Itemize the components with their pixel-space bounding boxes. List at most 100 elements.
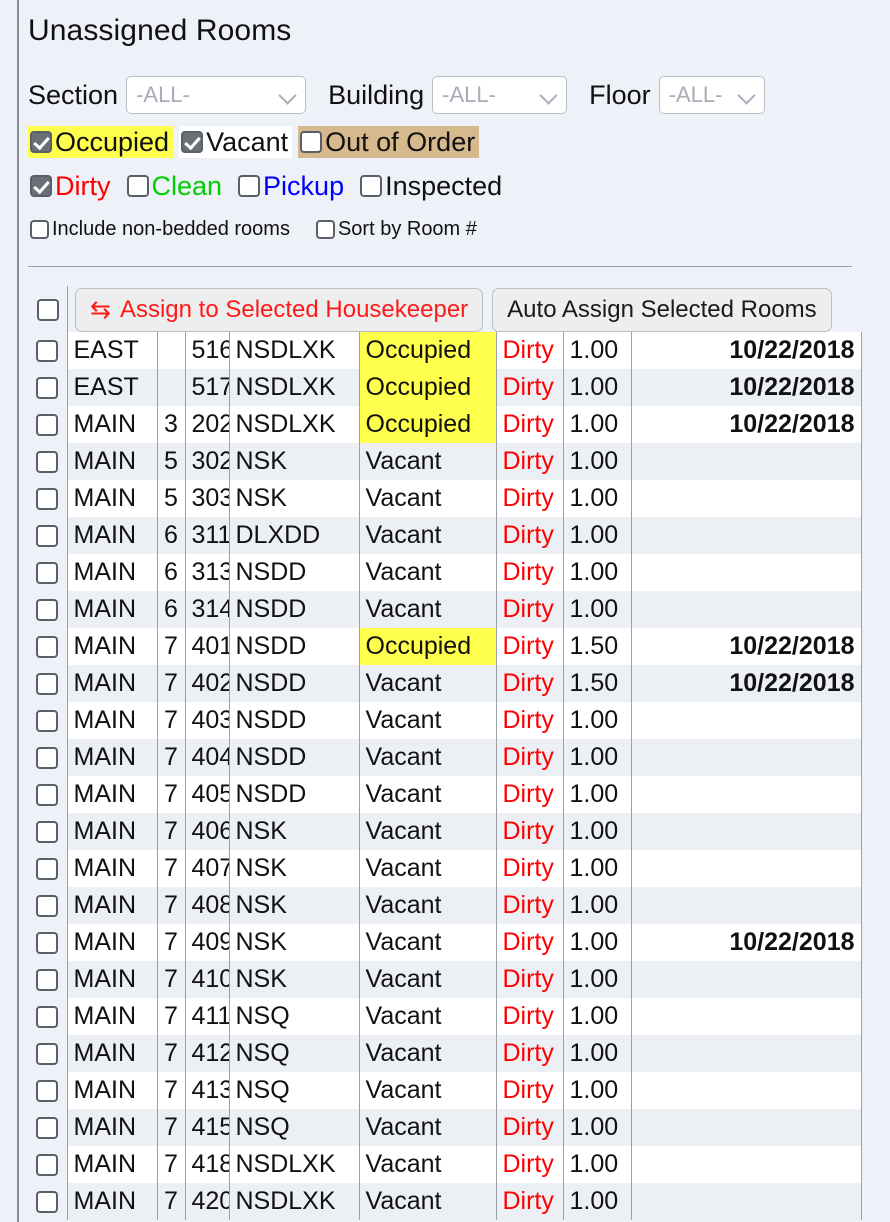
- row-select-cell[interactable]: [28, 776, 67, 813]
- select-all-cell[interactable]: [28, 286, 67, 334]
- table-row[interactable]: MAIN7407NSKVacantDirty1.00: [28, 850, 861, 887]
- row-select-cell[interactable]: [28, 739, 67, 776]
- checkbox-occupied[interactable]: [30, 131, 52, 153]
- rooms-table-container[interactable]: EAST516NSDLXKOccupiedDirty1.0010/22/2018…: [28, 332, 861, 1220]
- filter-include-non-bedded[interactable]: Include non-bedded rooms: [28, 216, 294, 242]
- table-row[interactable]: MAIN7410NSKVacantDirty1.00: [28, 961, 861, 998]
- checkbox-row-select[interactable]: [36, 1117, 58, 1139]
- checkbox-row-select[interactable]: [36, 451, 58, 473]
- row-select-cell[interactable]: [28, 369, 67, 406]
- row-select-cell[interactable]: [28, 665, 67, 702]
- row-select-cell[interactable]: [28, 961, 67, 998]
- table-row[interactable]: MAIN7411NSQVacantDirty1.00: [28, 998, 861, 1035]
- row-select-cell[interactable]: [28, 887, 67, 924]
- filter-occupied[interactable]: Occupied: [28, 126, 173, 158]
- row-select-cell[interactable]: [28, 591, 67, 628]
- table-row[interactable]: MAIN7412NSQVacantDirty1.00: [28, 1035, 861, 1072]
- checkbox-row-select[interactable]: [36, 525, 58, 547]
- row-select-cell[interactable]: [28, 1072, 67, 1109]
- checkbox-row-select[interactable]: [36, 1191, 58, 1213]
- building-select[interactable]: -ALL-: [432, 76, 567, 114]
- table-row[interactable]: MAIN7403NSDDVacantDirty1.00: [28, 702, 861, 739]
- table-row[interactable]: MAIN7401NSDDOccupiedDirty1.5010/22/2018: [28, 628, 861, 665]
- row-select-cell[interactable]: [28, 332, 67, 369]
- checkbox-row-select[interactable]: [36, 673, 58, 695]
- table-row[interactable]: MAIN7420NSDLXKVacantDirty1.00: [28, 1183, 861, 1220]
- cell-section: MAIN: [67, 739, 157, 776]
- row-select-cell[interactable]: [28, 1035, 67, 1072]
- checkbox-row-select[interactable]: [36, 1154, 58, 1176]
- row-select-cell[interactable]: [28, 406, 67, 443]
- table-row[interactable]: MAIN6314NSDDVacantDirty1.00: [28, 591, 861, 628]
- checkbox-clean[interactable]: [127, 175, 149, 197]
- checkbox-row-select[interactable]: [36, 340, 58, 362]
- checkbox-row-select[interactable]: [36, 747, 58, 769]
- checkbox-row-select[interactable]: [36, 932, 58, 954]
- row-select-cell[interactable]: [28, 702, 67, 739]
- row-select-cell[interactable]: [28, 1109, 67, 1146]
- checkbox-inspected[interactable]: [360, 175, 382, 197]
- checkbox-row-select[interactable]: [36, 821, 58, 843]
- table-row[interactable]: MAIN5303NSKVacantDirty1.00: [28, 480, 861, 517]
- checkbox-row-select[interactable]: [36, 1080, 58, 1102]
- checkbox-sort-by-room[interactable]: [316, 220, 335, 239]
- checkbox-dirty[interactable]: [30, 175, 52, 197]
- filter-vacant[interactable]: Vacant: [179, 126, 292, 158]
- table-row[interactable]: MAIN7413NSQVacantDirty1.00: [28, 1072, 861, 1109]
- table-row[interactable]: EAST517NSDLXKOccupiedDirty1.0010/22/2018: [28, 369, 861, 406]
- table-row[interactable]: MAIN7409NSKVacantDirty1.0010/22/2018: [28, 924, 861, 961]
- table-row[interactable]: MAIN6311DLXDDVacantDirty1.00: [28, 517, 861, 554]
- table-row[interactable]: MAIN7415NSQVacantDirty1.00: [28, 1109, 861, 1146]
- section-select[interactable]: -ALL-: [126, 76, 306, 114]
- cell-occupancy-status: Vacant: [359, 591, 496, 628]
- row-select-cell[interactable]: [28, 443, 67, 480]
- checkbox-row-select[interactable]: [36, 377, 58, 399]
- filter-clean[interactable]: Clean: [125, 170, 227, 202]
- table-row[interactable]: MAIN5302NSKVacantDirty1.00: [28, 443, 861, 480]
- filter-sort-by-room[interactable]: Sort by Room #: [314, 216, 481, 242]
- table-row[interactable]: MAIN7408NSKVacantDirty1.00: [28, 887, 861, 924]
- checkbox-row-select[interactable]: [36, 599, 58, 621]
- table-row[interactable]: MAIN7406NSKVacantDirty1.00: [28, 813, 861, 850]
- row-select-cell[interactable]: [28, 1146, 67, 1183]
- filter-out-of-order[interactable]: Out of Order: [298, 126, 479, 158]
- checkbox-select-all[interactable]: [37, 299, 59, 321]
- checkbox-row-select[interactable]: [36, 414, 58, 436]
- row-select-cell[interactable]: [28, 998, 67, 1035]
- row-select-cell[interactable]: [28, 1183, 67, 1220]
- checkbox-out-of-order[interactable]: [300, 131, 322, 153]
- checkbox-row-select[interactable]: [36, 1043, 58, 1065]
- checkbox-row-select[interactable]: [36, 562, 58, 584]
- checkbox-row-select[interactable]: [36, 969, 58, 991]
- row-select-cell[interactable]: [28, 628, 67, 665]
- row-select-cell[interactable]: [28, 554, 67, 591]
- checkbox-include-non-bedded[interactable]: [30, 220, 49, 239]
- row-select-cell[interactable]: [28, 924, 67, 961]
- row-select-cell[interactable]: [28, 850, 67, 887]
- row-select-cell[interactable]: [28, 480, 67, 517]
- row-select-cell[interactable]: [28, 813, 67, 850]
- floor-select[interactable]: -ALL-: [659, 76, 765, 114]
- checkbox-row-select[interactable]: [36, 636, 58, 658]
- filter-inspected[interactable]: Inspected: [358, 170, 506, 202]
- table-row[interactable]: MAIN7402NSDDVacantDirty1.5010/22/2018: [28, 665, 861, 702]
- checkbox-row-select[interactable]: [36, 1006, 58, 1028]
- checkbox-pickup[interactable]: [238, 175, 260, 197]
- row-select-cell[interactable]: [28, 517, 67, 554]
- table-row[interactable]: MAIN7405NSDDVacantDirty1.00: [28, 776, 861, 813]
- table-row[interactable]: EAST516NSDLXKOccupiedDirty1.0010/22/2018: [28, 332, 861, 369]
- checkbox-row-select[interactable]: [36, 895, 58, 917]
- filter-dirty[interactable]: Dirty: [28, 170, 115, 202]
- checkbox-row-select[interactable]: [36, 488, 58, 510]
- checkbox-row-select[interactable]: [36, 858, 58, 880]
- table-row[interactable]: MAIN7404NSDDVacantDirty1.00: [28, 739, 861, 776]
- checkbox-vacant[interactable]: [181, 131, 203, 153]
- assign-to-selected-housekeeper-button[interactable]: ⇆ Assign to Selected Housekeeper: [75, 288, 483, 332]
- table-row[interactable]: MAIN6313NSDDVacantDirty1.00: [28, 554, 861, 591]
- checkbox-row-select[interactable]: [36, 784, 58, 806]
- table-row[interactable]: MAIN3202NSDLXKOccupiedDirty1.0010/22/201…: [28, 406, 861, 443]
- table-row[interactable]: MAIN7418NSDLXKVacantDirty1.00: [28, 1146, 861, 1183]
- checkbox-row-select[interactable]: [36, 710, 58, 732]
- auto-assign-selected-rooms-button[interactable]: Auto Assign Selected Rooms: [492, 288, 832, 332]
- filter-pickup[interactable]: Pickup: [236, 170, 348, 202]
